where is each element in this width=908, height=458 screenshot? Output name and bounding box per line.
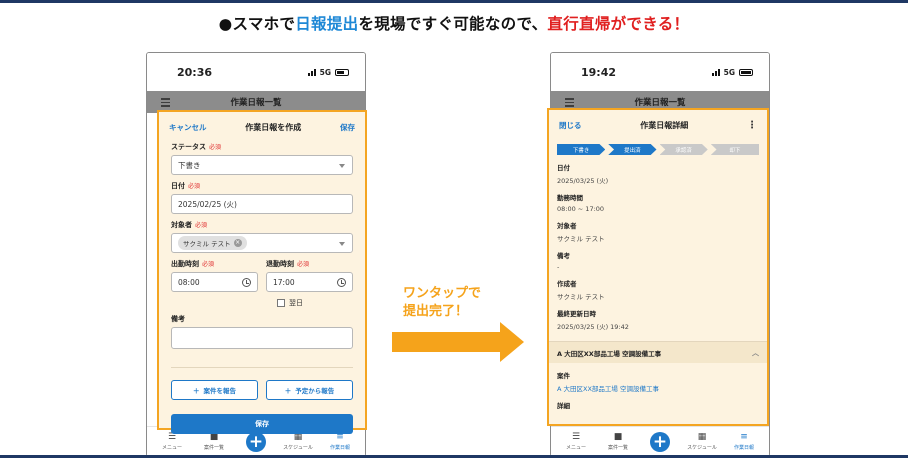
project-label: 案件 bbox=[557, 372, 570, 380]
headline: ●スマホで日報提出を現場ですぐ可能なので、直行直帰ができる！ bbox=[0, 12, 908, 34]
plus-icon: ＋ bbox=[284, 387, 292, 395]
add-project-report-button[interactable]: ＋案件を報告 bbox=[171, 380, 258, 400]
status-time: 19:42 bbox=[581, 65, 617, 79]
clock-icon bbox=[242, 278, 251, 287]
tab-menu[interactable]: ☰ メニュー bbox=[559, 432, 593, 451]
battery-icon bbox=[335, 68, 349, 76]
chevron-up-icon[interactable]: ︿ bbox=[752, 348, 759, 358]
note-value: - bbox=[557, 263, 560, 271]
updated-label: 最終更新日時 bbox=[557, 310, 596, 318]
updated-value: 2025/03/25 (火) 19:42 bbox=[557, 323, 629, 331]
step-approved: 承認済 bbox=[659, 144, 708, 155]
step-submitted: 提出済 bbox=[608, 144, 657, 155]
hours-value: 08:00 ~ 17:00 bbox=[557, 205, 605, 213]
headline-part2: 日報提出 bbox=[295, 15, 359, 33]
headline-part4: 直行直帰ができる！ bbox=[547, 15, 690, 33]
hamburger-icon[interactable] bbox=[565, 98, 574, 109]
project-section-header[interactable]: A 大田区XX部品工場 空調設備工事 ︿ bbox=[549, 341, 767, 363]
step-draft: 下書き bbox=[557, 144, 606, 155]
report-icon: ≡ bbox=[740, 432, 748, 442]
create-report-sheet: キャンセル 作業日報を作成 保存 ステータス 必須 下書き 日付 必須 2025/0… bbox=[157, 110, 367, 434]
tab-add[interactable]: + bbox=[643, 431, 677, 452]
tab-reports[interactable]: ≡ 作業日報 bbox=[727, 432, 761, 451]
target-label: 対象者 bbox=[557, 222, 577, 230]
note-label: 備考 bbox=[171, 315, 185, 323]
plus-fab-icon[interactable]: + bbox=[246, 431, 266, 452]
status-bar: 19:42 5G bbox=[551, 53, 769, 91]
target-chip[interactable]: サクミル テスト × bbox=[178, 236, 247, 250]
briefcase-icon: ■ bbox=[613, 432, 623, 442]
tab-projects[interactable]: ■ 案件一覧 bbox=[601, 432, 635, 451]
clock-icon bbox=[337, 278, 346, 287]
more-vert-icon[interactable]: ⋮ bbox=[747, 120, 757, 131]
date-field[interactable]: 2025/02/25 (火) bbox=[171, 194, 353, 214]
status-bar: 20:36 5G bbox=[147, 53, 365, 91]
headline-part1: ●スマホで bbox=[218, 15, 296, 33]
status-label: ステータス 必須 bbox=[171, 143, 222, 151]
signal-icon bbox=[711, 68, 720, 76]
calendar-icon: ▦ bbox=[697, 432, 707, 442]
headline-part3: を現場ですぐ可能なので、 bbox=[358, 15, 548, 33]
cancel-button[interactable]: キャンセル bbox=[169, 122, 207, 133]
status-select[interactable]: 下書き bbox=[171, 155, 353, 175]
end-time-field[interactable]: 17:00 bbox=[266, 272, 353, 292]
start-time-field[interactable]: 08:00 bbox=[171, 272, 258, 292]
signal-icon bbox=[307, 68, 316, 76]
tab-menu[interactable]: ☰ メニュー bbox=[155, 432, 189, 451]
top-rule bbox=[0, 0, 908, 3]
close-icon[interactable]: × bbox=[233, 239, 242, 247]
save-link[interactable]: 保存 bbox=[340, 122, 355, 133]
sheet-header: 閉じる 作業日報詳細 ⋮ bbox=[549, 110, 767, 140]
close-button[interactable]: 閉じる bbox=[559, 120, 582, 131]
status-time: 20:36 bbox=[177, 65, 213, 79]
date-value: 2025/03/25 (火) bbox=[557, 177, 609, 185]
tab-reports[interactable]: ≡ 作業日報 bbox=[323, 432, 357, 451]
sheet-header: キャンセル 作業日報を作成 保存 bbox=[159, 112, 365, 142]
checkbox-icon[interactable] bbox=[277, 299, 285, 307]
chevron-down-icon bbox=[339, 242, 345, 246]
annotation-text: ワンタップで 提出完了！ bbox=[403, 286, 482, 319]
menu-icon: ☰ bbox=[571, 432, 581, 442]
report-detail-sheet: 閉じる 作業日報詳細 ⋮ 下書き 提出済 承認済 却下 日付 2025/03/2… bbox=[547, 108, 769, 426]
status-stepper: 下書き 提出済 承認済 却下 bbox=[549, 144, 767, 155]
divider bbox=[171, 367, 353, 368]
hours-label: 勤務時間 bbox=[557, 194, 583, 202]
next-day-checkbox[interactable]: 翌日 bbox=[277, 298, 353, 308]
target-label: 対象者 必須 bbox=[171, 221, 208, 229]
plus-fab-icon[interactable]: + bbox=[650, 431, 670, 452]
arrow-shaft bbox=[392, 332, 500, 352]
note-label: 備考 bbox=[557, 252, 570, 260]
creator-label: 作成者 bbox=[557, 280, 577, 288]
save-button[interactable]: 保存 bbox=[171, 414, 353, 434]
tab-bar: ☰ メニュー ■ 案件一覧 + ▦ スケジュール ≡ 作業日報 bbox=[551, 426, 769, 456]
plus-icon: ＋ bbox=[193, 387, 200, 395]
start-time-label: 出勤時刻 必須 bbox=[171, 260, 215, 268]
battery-icon bbox=[739, 68, 753, 76]
date-label: 日付 bbox=[557, 164, 570, 172]
chevron-down-icon bbox=[339, 164, 345, 168]
tab-add[interactable]: + bbox=[239, 431, 273, 452]
app-bar-title: 作業日報一覧 bbox=[634, 98, 686, 108]
tab-projects[interactable]: ■ 案件一覧 bbox=[197, 432, 231, 451]
note-textarea[interactable] bbox=[171, 327, 353, 349]
arrow-right-icon bbox=[500, 322, 524, 362]
date-label: 日付 必須 bbox=[171, 182, 201, 190]
app-bar-title: 作業日報一覧 bbox=[230, 98, 282, 108]
network-label: 5G bbox=[319, 67, 331, 77]
network-label: 5G bbox=[723, 67, 735, 77]
tab-schedule[interactable]: ▦ スケジュール bbox=[281, 432, 315, 451]
project-link[interactable]: A 大田区XX部品工場 空調設備工事 bbox=[557, 383, 759, 393]
hamburger-icon[interactable] bbox=[161, 98, 170, 109]
target-value: サクミル テスト bbox=[557, 235, 605, 243]
tab-schedule[interactable]: ▦ スケジュール bbox=[685, 432, 719, 451]
detail-label: 詳細 bbox=[557, 402, 570, 410]
step-rejected: 却下 bbox=[710, 144, 759, 155]
report-from-schedule-button[interactable]: ＋予定から報告 bbox=[266, 380, 353, 400]
sheet-title: 作業日報を作成 bbox=[245, 122, 302, 132]
target-select[interactable]: サクミル テスト × bbox=[171, 233, 353, 253]
creator-value: サクミル テスト bbox=[557, 293, 605, 301]
end-time-label: 退勤時刻 必須 bbox=[266, 260, 310, 268]
sheet-title: 作業日報詳細 bbox=[640, 120, 689, 130]
